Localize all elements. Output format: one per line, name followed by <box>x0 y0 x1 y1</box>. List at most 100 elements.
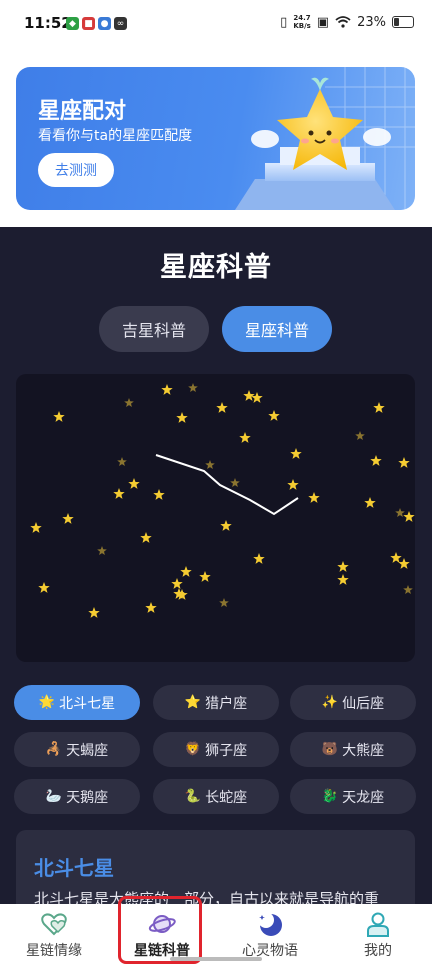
constellation-chip[interactable]: 🌟 北斗七星 <box>14 685 140 720</box>
nav-item-soul-words[interactable]: 心灵物语 <box>216 904 324 964</box>
star-mark <box>124 398 134 407</box>
constellation-chip-label: 长蛇座 <box>205 789 248 806</box>
constellation-chip[interactable]: ⭐ 猎户座 <box>153 685 279 720</box>
network-speed-unit: KB/s <box>293 22 311 30</box>
constellation-chip-icon: 🦁 <box>184 742 202 757</box>
status-bar: 11:52 ◆ ■ ● ∞ ▯ 24.7 KB/s ▣ 23% <box>0 0 432 52</box>
constellation-sky <box>16 374 415 662</box>
star-mark <box>290 448 302 459</box>
star-mark <box>230 478 240 487</box>
star-mark <box>398 457 410 468</box>
constellation-chip[interactable]: 🐉 天龙座 <box>290 779 416 814</box>
app-notification-icon: ■ <box>82 17 95 30</box>
constellation-chip[interactable]: 🦂 天蝎座 <box>14 732 140 767</box>
tab-constellations[interactable]: 星座科普 <box>222 306 332 352</box>
constellation-chip-label: 狮子座 <box>205 742 248 759</box>
network-speed-value: 24.7 <box>293 14 311 22</box>
bottom-nav: 星链情缘 星链科普 心灵物语 我的 <box>0 904 432 964</box>
star-mark <box>53 411 65 422</box>
home-indicator <box>170 957 262 961</box>
star-mark <box>287 479 299 490</box>
star-mark <box>30 522 42 533</box>
banner-subtitle: 看看你与ta的星座匹配度 <box>38 128 193 144</box>
star-mark <box>97 546 107 555</box>
constellation-chip[interactable]: 🦢 天鹅座 <box>14 779 140 814</box>
constellation-line <box>155 454 299 516</box>
star-mark <box>171 578 183 589</box>
star-mark <box>216 402 228 413</box>
app-notification-icon: ∞ <box>114 17 127 30</box>
constellation-chip-icon: ⭐ <box>184 695 202 710</box>
star-map <box>30 383 415 618</box>
detail-title: 北斗七星 <box>34 856 114 880</box>
star-mark <box>373 402 385 413</box>
constellation-chip[interactable]: ✨ 仙后座 <box>290 685 416 720</box>
star-mascot-icon <box>235 67 415 210</box>
star-mark <box>219 598 229 607</box>
star-mark <box>268 410 280 421</box>
star-mark <box>128 478 140 489</box>
battery-percent: 23% <box>357 14 386 30</box>
moon-icon <box>258 912 282 936</box>
person-icon <box>367 912 389 937</box>
banner-title: 星座配对 <box>38 99 127 124</box>
constellation-chip[interactable]: 🐻 大熊座 <box>290 732 416 767</box>
constellation-chip-label: 天鹅座 <box>66 789 109 806</box>
nav-label: 星链情缘 <box>26 943 82 959</box>
constellation-chip[interactable]: 🦁 狮子座 <box>153 732 279 767</box>
star-mark <box>253 553 265 564</box>
star-mark <box>398 558 410 569</box>
test-button[interactable]: 去测测 <box>38 153 114 187</box>
star-mark <box>38 582 50 593</box>
star-mark <box>370 455 382 466</box>
star-mark <box>403 585 413 594</box>
tab-auspicious-stars[interactable]: 吉星科普 <box>99 306 209 352</box>
star-mark <box>153 489 165 500</box>
constellation-chip-label: 猎户座 <box>205 695 248 712</box>
constellation-chip-icon: 🐍 <box>184 789 202 804</box>
star-mark <box>205 460 215 469</box>
constellation-chip-label: 仙后座 <box>342 695 385 712</box>
constellation-chip-icon: 🐉 <box>321 789 339 804</box>
star-mark <box>337 561 349 572</box>
network-speed: 24.7 KB/s <box>293 14 310 30</box>
app-notification-icon: ◆ <box>66 17 79 30</box>
notification-icons: ◆ ■ ● ∞ <box>66 17 127 30</box>
nav-item-starlink-romance[interactable]: 星链情缘 <box>0 904 108 964</box>
vibrate-icon: ▯ <box>280 14 288 30</box>
star-mark <box>251 392 263 403</box>
star-mark <box>395 508 405 517</box>
status-time: 11:52 <box>24 14 72 32</box>
nav-label: 我的 <box>364 943 392 959</box>
star-mark <box>180 566 192 577</box>
constellation-chip-label: 天龙座 <box>342 789 385 806</box>
star-mark <box>140 532 152 543</box>
app-notification-icon: ● <box>98 17 111 30</box>
constellation-chip-icon: 🐻 <box>321 742 339 757</box>
constellation-chip[interactable]: 🐍 长蛇座 <box>153 779 279 814</box>
star-mark <box>88 607 100 618</box>
star-mark <box>113 488 125 499</box>
match-banner[interactable]: 星座配对 看看你与ta的星座匹配度 去测测 <box>16 67 415 210</box>
nav-item-mine[interactable]: 我的 <box>324 904 432 964</box>
star-mark <box>239 432 251 443</box>
star-mark <box>364 497 376 508</box>
star-mark <box>390 552 402 563</box>
selection-highlight <box>118 896 202 964</box>
star-mark <box>243 390 255 401</box>
star-mark <box>199 571 211 582</box>
constellation-chip-icon: 🌟 <box>38 695 56 710</box>
star-mark <box>117 457 127 466</box>
constellation-chip-icon: 🦂 <box>45 742 63 757</box>
star-mark <box>355 431 365 440</box>
star-mark <box>188 383 198 392</box>
constellation-chip-label: 北斗七星 <box>59 695 116 712</box>
constellation-chip-icon: ✨ <box>321 695 339 710</box>
star-mark <box>161 384 173 395</box>
constellation-chip-label: 大熊座 <box>342 742 385 759</box>
star-mark <box>337 574 349 585</box>
hearts-icon <box>41 913 67 936</box>
star-mark <box>145 602 157 613</box>
star-mark <box>308 492 320 503</box>
constellation-chip-label: 天蝎座 <box>66 742 109 759</box>
